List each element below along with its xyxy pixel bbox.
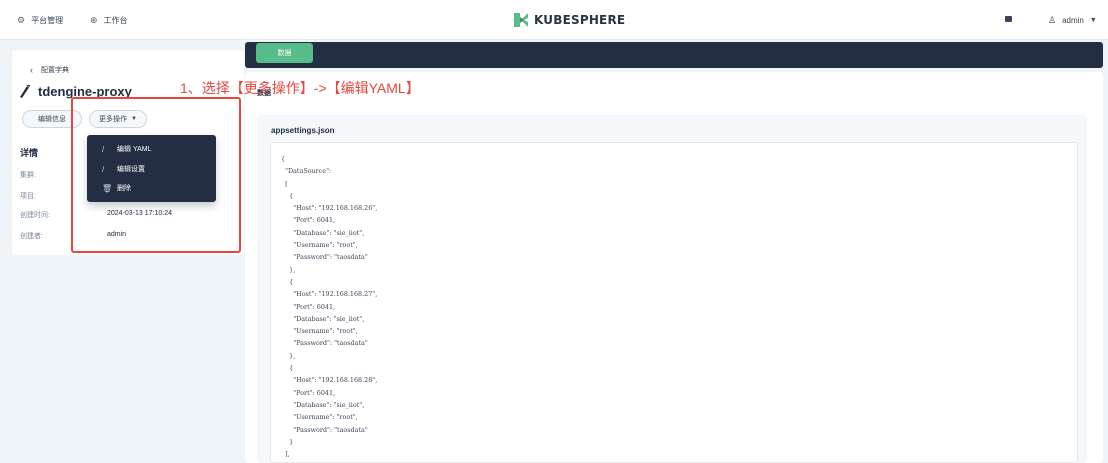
code-line: "Username": "root", bbox=[281, 241, 358, 250]
platform-management-nav[interactable]: ⚙ 平台管理 bbox=[17, 0, 63, 40]
project-label: 项目: bbox=[20, 193, 36, 200]
code-line: "Password": "taosdata" bbox=[281, 339, 368, 348]
code-line: }, bbox=[281, 351, 296, 360]
workbench-nav[interactable]: ⊕ 工作台 bbox=[90, 0, 128, 40]
code-line: ], bbox=[281, 450, 290, 459]
code-line: "Username": "root", bbox=[281, 413, 358, 422]
code-line: "Database": "sie_iiot", bbox=[281, 228, 365, 237]
code-line: "Host": "192.168.168.26", bbox=[281, 204, 378, 213]
edit-info-label: 编辑信息 bbox=[38, 116, 66, 123]
brand-logo[interactable]: KUBESPHERE bbox=[513, 9, 625, 31]
configmap-icon bbox=[20, 85, 30, 98]
code-viewer[interactable]: { "DataSource": [ { "Host": "192.168.168… bbox=[270, 142, 1078, 463]
code-line: } bbox=[281, 437, 294, 446]
details-heading: 详情 bbox=[20, 148, 39, 158]
tab-data-label: 数据 bbox=[277, 50, 292, 57]
back-label: 配置字典 bbox=[41, 67, 69, 74]
annotation-highlight-box bbox=[71, 97, 241, 253]
kubesphere-logo-icon bbox=[514, 13, 528, 27]
code-line: "Port": 6041, bbox=[281, 302, 336, 311]
code-line: "Host": "192.168.168.28", bbox=[281, 376, 378, 385]
chevron-left-icon: ‹ bbox=[30, 65, 33, 75]
brand-name: KUBESPHERE bbox=[534, 13, 626, 27]
user-icon: ♙ bbox=[1048, 14, 1057, 25]
back-link[interactable]: ‹ 配置字典 bbox=[30, 65, 69, 75]
code-line: { bbox=[281, 364, 294, 373]
code-line: "Host": "192.168.168.27", bbox=[281, 290, 378, 299]
file-name: appsettings.json bbox=[271, 126, 335, 135]
annotation-text: 1、选择【更多操作】->【编辑YAML】 bbox=[180, 80, 420, 96]
code-line: { bbox=[281, 277, 294, 286]
code-line: }, bbox=[281, 265, 296, 274]
creator-label: 创建者: bbox=[20, 233, 43, 240]
tab-bar bbox=[245, 42, 1103, 68]
code-line: "Port": 6041, bbox=[281, 216, 336, 225]
user-name: admin bbox=[1062, 15, 1084, 25]
document-icon[interactable] bbox=[1005, 16, 1012, 22]
code-line: "Port": 6041, bbox=[281, 388, 336, 397]
top-bar: ⚙ 平台管理 ⊕ 工作台 KUBESPHERE ♙ admin ▼ bbox=[0, 0, 1108, 40]
code-line: "Password": "taosdata" bbox=[281, 253, 368, 262]
platform-management-label: 平台管理 bbox=[31, 15, 64, 25]
workbench-label: 工作台 bbox=[103, 15, 128, 25]
code-line: "Username": "root", bbox=[281, 327, 358, 336]
workbench-icon: ⊕ bbox=[90, 14, 98, 25]
code-line: { bbox=[281, 155, 286, 163]
code-line: { bbox=[281, 191, 294, 200]
chevron-down-icon: ▼ bbox=[1089, 16, 1097, 24]
gear-icon: ⚙ bbox=[17, 14, 26, 25]
code-line: "Database": "sie_iiot", bbox=[281, 314, 365, 323]
tab-data[interactable]: 数据 bbox=[256, 43, 313, 63]
code-content: { "DataSource": [ { "Host": "192.168.168… bbox=[281, 153, 377, 460]
code-line: "Database": "sie_iiot", bbox=[281, 400, 365, 409]
code-line: "DataSource": bbox=[281, 167, 332, 176]
created-time-label: 创建时间: bbox=[20, 212, 50, 219]
user-menu[interactable]: ♙ admin ▼ bbox=[1048, 0, 1097, 40]
code-line: [ bbox=[281, 179, 288, 188]
code-line: "Password": "taosdata" bbox=[281, 425, 368, 434]
cluster-label: 集群: bbox=[20, 172, 36, 179]
